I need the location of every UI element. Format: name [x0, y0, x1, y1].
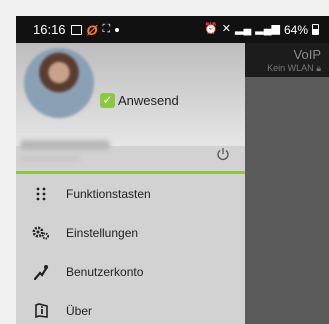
phone-screen: 16:16 Ø ⛶ ⏰ ✕ ▂▄ ▂▄▆ 64% VoIP Kein WLAN …	[16, 16, 329, 324]
menu-item-user-account[interactable]: Benutzerkonto	[16, 252, 245, 291]
drawer-menu: Funktionstasten Einstellungen Benutzerko…	[16, 174, 245, 324]
user-name-blurred	[20, 140, 110, 150]
more-notifications-icon	[115, 27, 120, 32]
wlan-status: Kein WLAN 🔒︎	[245, 63, 321, 74]
status-bar: 16:16 Ø ⛶ ⏰ ✕ ▂▄ ▂▄▆ 64%	[16, 16, 329, 43]
presence-status[interactable]: Anwesend	[118, 93, 179, 108]
menu-item-label: Über	[66, 303, 93, 318]
menu-item-settings[interactable]: Einstellungen	[16, 213, 245, 252]
mute-icon: ✕	[221, 23, 231, 35]
menu-item-about[interactable]: Über	[16, 291, 245, 324]
power-icon[interactable]	[216, 147, 230, 161]
wifi-signal-icon: ▂▄▆	[255, 23, 280, 35]
keypad-icon	[16, 187, 66, 201]
signal-icon: ▂▄	[234, 23, 252, 35]
menu-item-label: Funktionstasten	[66, 186, 151, 201]
app-header: VoIP Kein WLAN 🔒︎	[245, 43, 329, 77]
app-notification-icon: Ø	[86, 21, 98, 38]
battery-percent: 64%	[283, 22, 308, 37]
presence-check-icon: ✓	[100, 93, 115, 108]
fit-notification-icon: ⛶	[102, 23, 111, 35]
battery-icon	[312, 24, 319, 35]
voip-label: VoIP	[293, 47, 321, 62]
alarm-icon: ⏰	[204, 23, 218, 35]
avatar[interactable]	[24, 48, 94, 118]
info-shield-icon	[16, 303, 66, 318]
menu-item-label: Einstellungen	[66, 225, 139, 240]
gallery-notification-icon	[70, 24, 82, 35]
user-account-icon	[16, 264, 66, 280]
lock-icon: 🔒︎	[316, 63, 321, 73]
settings-gears-icon	[16, 226, 66, 240]
menu-item-function-keys[interactable]: Funktionstasten	[16, 174, 245, 213]
wlan-label: Kein WLAN	[267, 63, 314, 73]
navigation-drawer: ✓ Anwesend Funktionstasten Einstellungen…	[16, 43, 245, 324]
user-subtitle-blurred	[20, 155, 80, 162]
menu-item-label: Benutzerkonto	[66, 264, 144, 279]
status-time: 16:16	[33, 22, 66, 37]
drawer-header: ✓ Anwesend	[16, 43, 245, 162]
